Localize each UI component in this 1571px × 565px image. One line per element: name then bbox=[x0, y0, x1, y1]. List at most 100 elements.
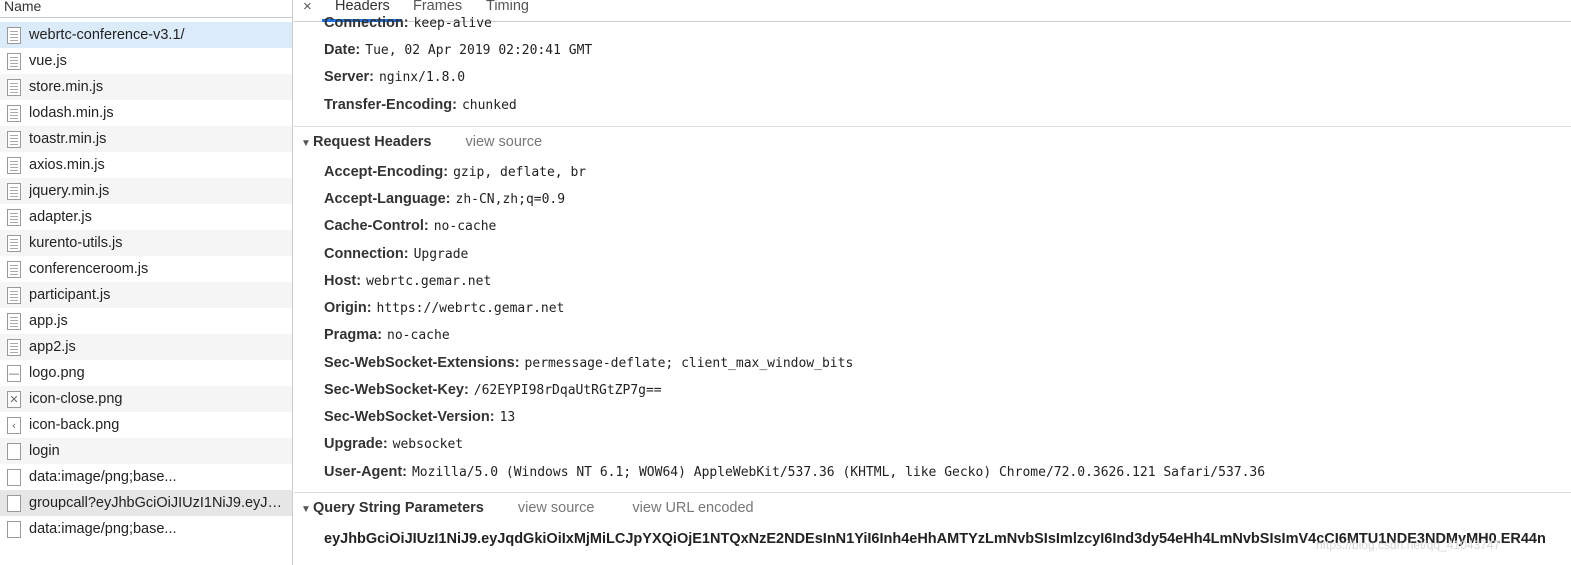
document-icon bbox=[7, 313, 21, 330]
request-row[interactable]: conferenceroom.js bbox=[0, 256, 292, 282]
image-icon: — bbox=[7, 365, 21, 382]
request-headers-section-header[interactable]: ▼ Request Headers view source bbox=[301, 134, 542, 150]
document-icon bbox=[7, 27, 21, 44]
request-row[interactable]: — logo.png bbox=[0, 360, 292, 386]
close-icon[interactable]: × bbox=[303, 0, 312, 15]
document-icon bbox=[7, 131, 21, 148]
header-row: Upgrade: websocket bbox=[324, 436, 463, 452]
header-value: chunked bbox=[461, 98, 517, 113]
header-row: Sec-WebSocket-Key: /62EYPI98rDqaUtRGtZP7g… bbox=[324, 382, 662, 398]
document-icon bbox=[7, 183, 21, 200]
view-source-link[interactable]: view source bbox=[518, 500, 595, 516]
document-icon bbox=[7, 79, 21, 96]
request-row[interactable]: data:image/png;base... bbox=[0, 516, 292, 542]
query-string-title: Query String Parameters bbox=[313, 500, 484, 516]
header-value: Tue, 02 Apr 2019 02:20:41 GMT bbox=[365, 43, 593, 58]
tab-headers[interactable]: Headers bbox=[335, 0, 390, 14]
header-row: Sec-WebSocket-Extensions: permessage-defl… bbox=[324, 355, 853, 371]
tab-frames[interactable]: Frames bbox=[413, 0, 462, 14]
header-row: Sec-WebSocket-Version: 13 bbox=[324, 409, 515, 425]
header-value: keep-alive bbox=[413, 16, 492, 31]
document-icon bbox=[7, 339, 21, 356]
request-name: data:image/png;base... bbox=[29, 521, 177, 537]
header-key: Sec-WebSocket-Key: bbox=[324, 382, 469, 398]
document-icon bbox=[7, 287, 21, 304]
request-name: kurento-utils.js bbox=[29, 235, 123, 251]
view-source-link[interactable]: view source bbox=[465, 134, 542, 150]
collapse-triangle-icon[interactable]: ▼ bbox=[301, 504, 313, 515]
close-image-icon: ✕ bbox=[7, 391, 21, 408]
request-rows: webrtc-conference-v3.1/vue.js store.min.j… bbox=[0, 22, 292, 542]
watermark-text: https://blog.csdn.net/qq_41043747 bbox=[1316, 538, 1501, 552]
request-name: store.min.js bbox=[29, 79, 104, 95]
request-name: participant.js bbox=[29, 287, 111, 303]
request-name: conferenceroom.js bbox=[29, 261, 149, 277]
header-key: Origin: bbox=[324, 300, 372, 316]
request-name: groupcall?eyJhbGciOiJIUzI1NiJ9.eyJq... bbox=[29, 495, 287, 511]
header-value: Upgrade bbox=[413, 247, 469, 262]
request-row[interactable]: app2.js bbox=[0, 334, 292, 360]
request-name: lodash.min.js bbox=[29, 105, 114, 121]
header-key: Upgrade: bbox=[324, 436, 388, 452]
request-row[interactable]: vue.js bbox=[0, 48, 292, 74]
section-divider bbox=[294, 492, 1571, 493]
header-row: Accept-Language: zh-CN,zh;q=0.9 bbox=[324, 191, 565, 207]
request-row[interactable]: participant.js bbox=[0, 282, 292, 308]
header-key: Connection: bbox=[324, 15, 409, 31]
tab-timing[interactable]: Timing bbox=[486, 0, 529, 14]
request-row[interactable]: ‹ icon-back.png bbox=[0, 412, 292, 438]
request-name: data:image/png;base... bbox=[29, 469, 177, 485]
header-row: Cache-Control: no-cache bbox=[324, 218, 496, 234]
request-name: app2.js bbox=[29, 339, 76, 355]
request-row[interactable]: groupcall?eyJhbGciOiJIUzI1NiJ9.eyJq... bbox=[0, 490, 292, 516]
header-row: Server: nginx/1.8.0 bbox=[324, 69, 465, 85]
request-row[interactable]: webrtc-conference-v3.1/ bbox=[0, 22, 292, 48]
header-value: Mozilla/5.0 (Windows NT 6.1; WOW64) Appl… bbox=[411, 465, 1266, 480]
request-detail-panel: × Headers Frames Timing Connection: keep-… bbox=[294, 0, 1571, 565]
header-key: Pragma: bbox=[324, 327, 383, 343]
collapse-triangle-icon[interactable]: ▼ bbox=[301, 138, 313, 149]
header-key: Sec-WebSocket-Extensions: bbox=[324, 355, 520, 371]
request-row[interactable]: ✕ icon-close.png bbox=[0, 386, 292, 412]
header-key: Connection: bbox=[324, 246, 409, 262]
header-row: Accept-Encoding: gzip, deflate, br bbox=[324, 164, 586, 180]
request-row[interactable]: data:image/png;base... bbox=[0, 464, 292, 490]
header-key: Date: bbox=[324, 42, 361, 58]
request-row[interactable]: app.js bbox=[0, 308, 292, 334]
request-row[interactable]: toastr.min.js bbox=[0, 126, 292, 152]
header-value: /62EYPI98rDqaUtRGtZP7g== bbox=[473, 383, 662, 398]
request-row[interactable]: lodash.min.js bbox=[0, 100, 292, 126]
request-headers-title: Request Headers bbox=[313, 134, 432, 150]
request-row[interactable]: kurento-utils.js bbox=[0, 230, 292, 256]
header-value: 13 bbox=[499, 410, 516, 425]
document-icon bbox=[7, 157, 21, 174]
request-name: vue.js bbox=[29, 53, 67, 69]
section-divider bbox=[294, 126, 1571, 127]
header-value: nginx/1.8.0 bbox=[378, 70, 466, 85]
name-column-header[interactable]: Name bbox=[0, 0, 292, 18]
blank-file-icon bbox=[7, 495, 21, 512]
request-row[interactable]: login bbox=[0, 438, 292, 464]
request-row[interactable]: axios.min.js bbox=[0, 152, 292, 178]
view-url-encoded-link[interactable]: view URL encoded bbox=[632, 500, 753, 516]
document-icon bbox=[7, 105, 21, 122]
request-name: login bbox=[29, 443, 60, 459]
request-row[interactable]: adapter.js bbox=[0, 204, 292, 230]
query-string-section-header[interactable]: ▼ Query String Parameters view source view … bbox=[301, 500, 754, 516]
header-value: permessage-deflate; client_max_window_bi… bbox=[524, 356, 854, 371]
header-row: Transfer-Encoding: chunked bbox=[324, 97, 517, 113]
request-name: toastr.min.js bbox=[29, 131, 107, 147]
request-list-panel: Name webrtc-conference-v3.1/vue.js store.… bbox=[0, 0, 293, 565]
header-row: User-Agent: Mozilla/5.0 (Windows NT 6.1; … bbox=[324, 464, 1265, 480]
request-name: icon-back.png bbox=[29, 417, 120, 433]
header-value: no-cache bbox=[387, 328, 450, 343]
blank-file-icon bbox=[7, 469, 21, 486]
document-icon bbox=[7, 235, 21, 252]
document-icon bbox=[7, 53, 21, 70]
header-row: Date: Tue, 02 Apr 2019 02:20:41 GMT bbox=[324, 42, 592, 58]
request-name: webrtc-conference-v3.1/ bbox=[29, 27, 185, 43]
request-row[interactable]: jquery.min.js bbox=[0, 178, 292, 204]
back-image-icon: ‹ bbox=[7, 417, 21, 434]
request-row[interactable]: store.min.js bbox=[0, 74, 292, 100]
header-value: zh-CN,zh;q=0.9 bbox=[455, 192, 566, 207]
